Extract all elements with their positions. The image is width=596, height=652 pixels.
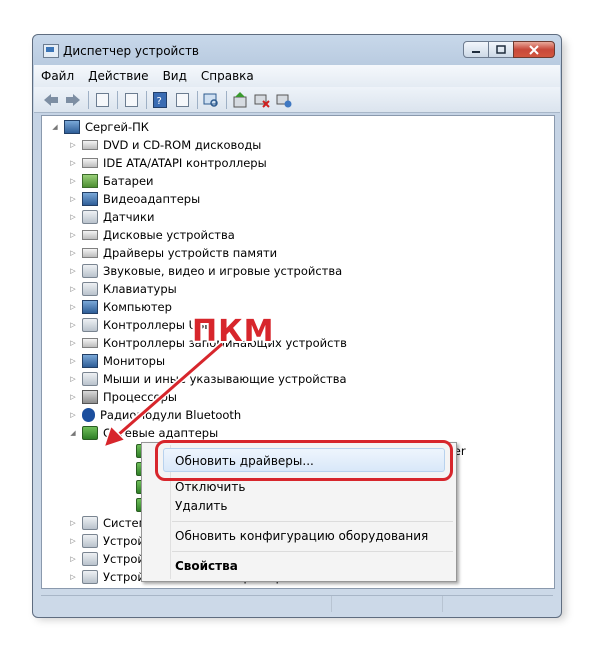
annotation-arrow — [102, 341, 224, 449]
annotation-label: ПКМ — [192, 314, 275, 349]
